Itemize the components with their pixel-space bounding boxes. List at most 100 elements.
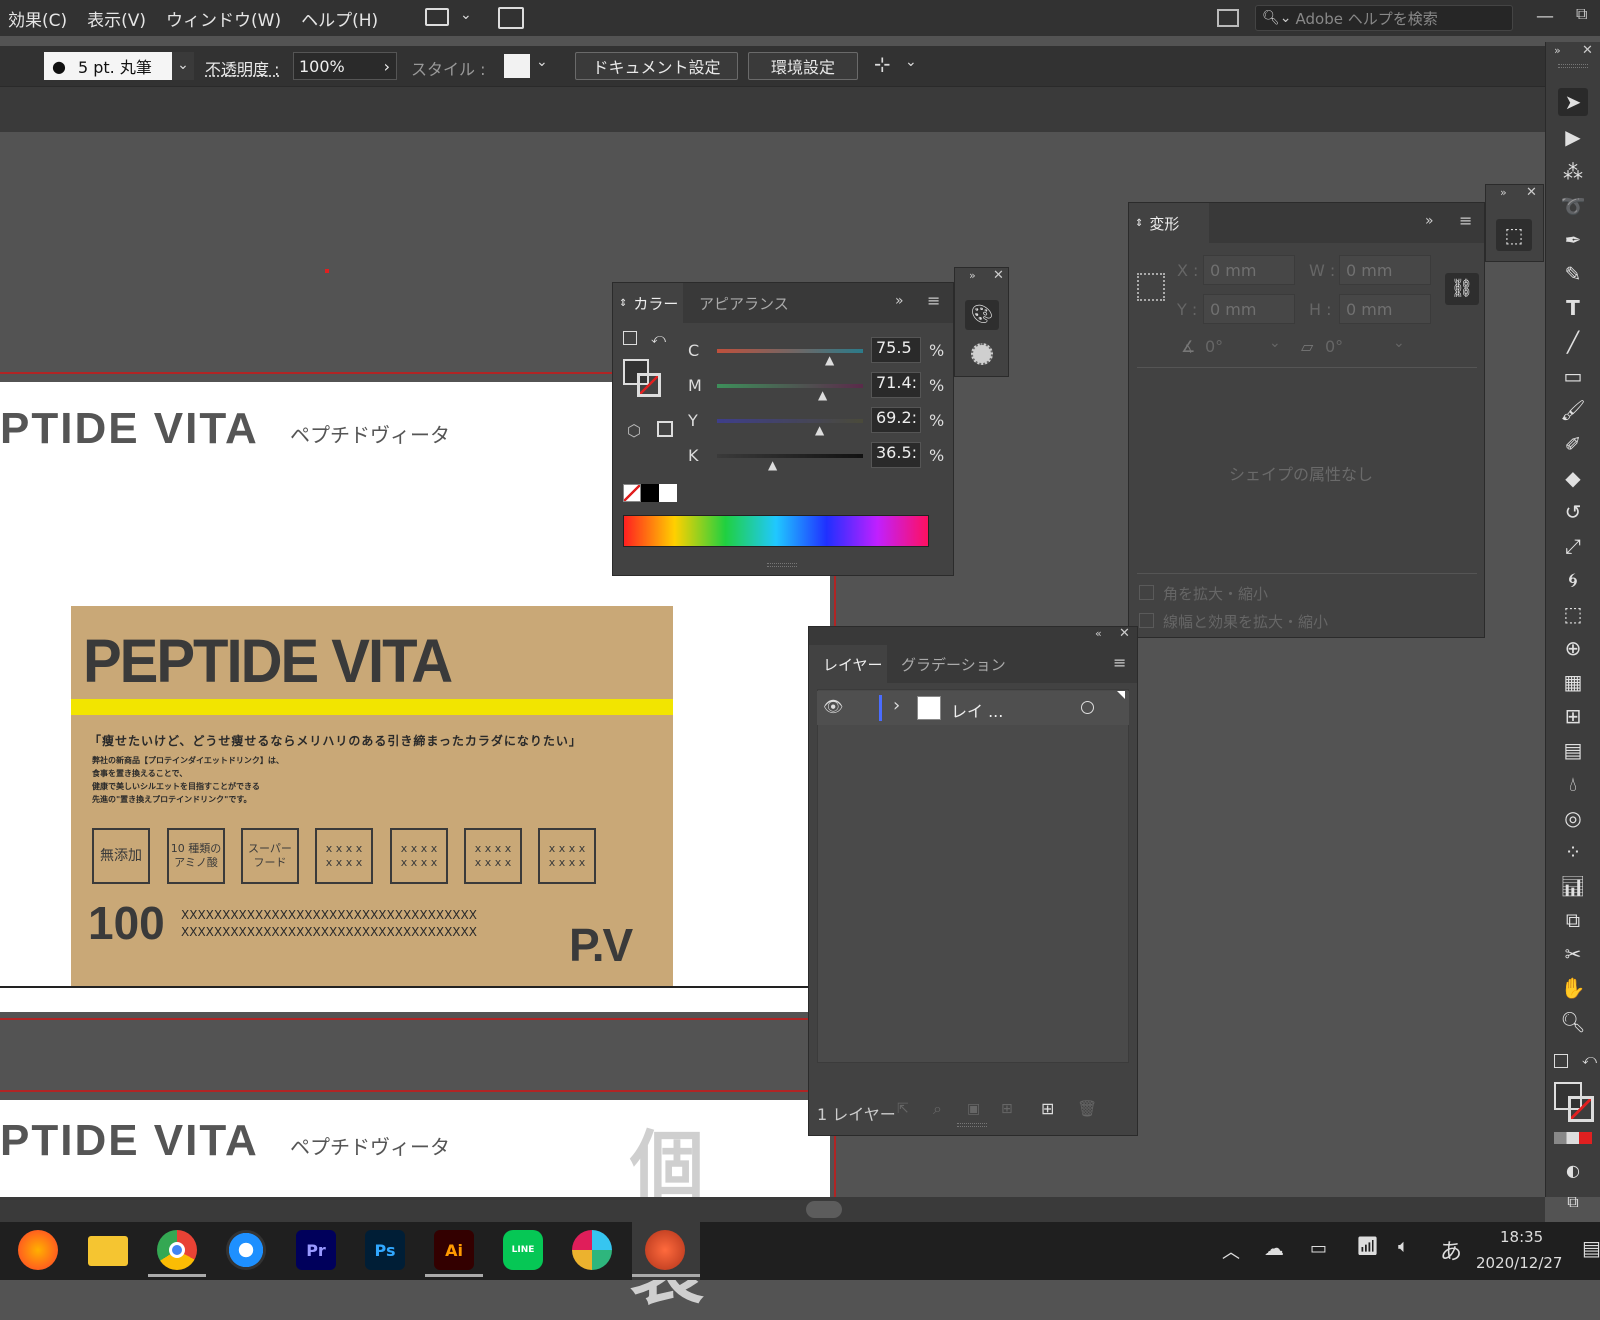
layer-name[interactable]: レイ ... <box>951 698 1003 722</box>
swap-arrow-icon[interactable]: ⤺ <box>651 331 666 347</box>
tab-color[interactable]: ⇕ カラー <box>613 283 683 323</box>
free-transform-icon[interactable]: ⬚ <box>1558 600 1588 628</box>
reference-point-icon[interactable] <box>1137 273 1165 301</box>
color-spectrum[interactable] <box>623 515 929 547</box>
expand-dock-icon[interactable]: » <box>1554 44 1561 57</box>
none-swatch[interactable] <box>623 484 641 502</box>
slice-tool-icon[interactable]: ✂ <box>1558 940 1588 968</box>
line-tool-icon[interactable]: ╱ <box>1558 328 1588 356</box>
close-icon[interactable]: ✕ <box>1582 43 1593 58</box>
workspace-switcher-icon[interactable] <box>425 8 449 26</box>
default-colors-icon[interactable] <box>1554 1054 1568 1068</box>
panel-menu-icon[interactable]: ≡ <box>1459 211 1472 230</box>
tab-gradient[interactable]: グラデーション <box>901 645 1006 683</box>
resize-grip[interactable] <box>957 1123 987 1127</box>
minimize-icon[interactable]: — <box>1536 6 1554 27</box>
close-icon[interactable]: ✕ <box>1119 626 1130 641</box>
shear-chevron-icon[interactable]: ⌄ <box>1393 335 1405 351</box>
m-slider-track[interactable] <box>717 384 863 388</box>
curvature-tool-icon[interactable]: ✎ <box>1558 260 1588 288</box>
arrange-documents-icon[interactable] <box>498 7 524 29</box>
color-mode-icons[interactable] <box>1554 1132 1592 1144</box>
locate-object-icon[interactable]: ⌕ <box>933 1099 942 1119</box>
eraser-icon[interactable]: ◆ <box>1558 464 1588 492</box>
menu-view[interactable]: 表示(V) <box>87 6 146 31</box>
menu-help[interactable]: ヘルプ(H) <box>301 6 378 31</box>
angle-select[interactable]: 0° <box>1205 337 1223 356</box>
restore-icon[interactable]: ⧉ <box>1576 4 1587 24</box>
k-slider-track[interactable] <box>717 454 863 458</box>
h-input[interactable]: 0 mm <box>1339 294 1431 324</box>
clock-time[interactable]: 18:35 <box>1500 1228 1543 1246</box>
expand-icon[interactable]: » <box>895 293 904 309</box>
w-input[interactable]: 0 mm <box>1339 255 1431 285</box>
scale-strokes-checkbox[interactable] <box>1139 613 1154 628</box>
shaper-tool-icon[interactable]: ✐ <box>1558 430 1588 458</box>
white-swatch[interactable] <box>659 484 677 502</box>
visibility-eye-icon[interactable]: 👁︎ <box>823 697 843 716</box>
warp-tool-icon[interactable]: 🌀︎ <box>1558 566 1588 594</box>
selection-tool-icon[interactable]: ➤ <box>1558 88 1588 116</box>
clipping-mask-icon[interactable]: ▣ <box>967 1101 980 1117</box>
pen-tool-icon[interactable]: ✒ <box>1558 226 1588 254</box>
swap-colors-icon[interactable] <box>623 331 637 345</box>
panel-menu-icon[interactable]: ≡ <box>1113 653 1126 672</box>
collapse-dock-icon[interactable]: « <box>1095 627 1102 640</box>
m-value-input[interactable]: 71.4: <box>871 372 921 398</box>
draw-mode-icon[interactable]: ◐ <box>1558 1156 1588 1184</box>
premiere-icon[interactable]: Pr <box>296 1230 336 1270</box>
target-circle-icon[interactable] <box>1081 701 1094 714</box>
c-value-input[interactable]: 75.5 <box>871 337 921 363</box>
gradient-tool-icon[interactable]: ▤ <box>1558 736 1588 764</box>
symbol-sprayer-icon[interactable]: ⁘ <box>1558 838 1588 866</box>
magic-wand-icon[interactable]: ⁂ <box>1558 158 1588 186</box>
transform-panel[interactable]: ⇕ 変形 » ≡ X : 0 mm W : 0 mm Y : 0 mm H : 0… <box>1128 202 1485 638</box>
m-slider-handle[interactable]: ▲ <box>818 388 827 402</box>
menu-effect[interactable]: 効果(C) <box>8 6 67 31</box>
align-chevron-icon[interactable]: ⌄ <box>905 54 917 70</box>
k-value-input[interactable]: 36.5: <box>871 442 921 468</box>
graph-tool-icon[interactable]: 📊︎ <box>1558 872 1588 900</box>
y-slider-handle[interactable]: ▲ <box>815 423 824 437</box>
illustrator-icon[interactable]: Ai <box>434 1230 474 1270</box>
appearance-icon[interactable] <box>971 343 993 365</box>
style-swatch[interactable] <box>504 54 530 78</box>
expand-icon[interactable]: » <box>1425 213 1434 229</box>
y-slider-track[interactable] <box>717 419 863 423</box>
y-value-input[interactable]: 69.2: <box>871 407 921 433</box>
artboard-tool-icon[interactable]: ⧉ <box>1558 906 1588 934</box>
line-icon[interactable]: LINE <box>503 1230 543 1270</box>
blend-tool-icon[interactable]: ◎ <box>1558 804 1588 832</box>
onedrive-icon[interactable]: ☁ <box>1264 1236 1284 1260</box>
notification-icon[interactable]: ▤ <box>1582 1236 1600 1260</box>
wifi-icon[interactable]: 📶︎ <box>1356 1236 1379 1257</box>
tab-appearance[interactable]: アピアランス <box>699 283 789 323</box>
scale-tool-icon[interactable]: ⤢ <box>1558 532 1588 560</box>
canvas-area[interactable]: PTIDE VITA ペプチドヴィータ PEPTIDE VITA 「痩せたいけど… <box>0 132 1545 1316</box>
rectangle-tool-icon[interactable]: ▭ <box>1558 362 1588 390</box>
c-slider-track[interactable] <box>717 349 863 353</box>
volume-icon[interactable]: 🔈︎ <box>1398 1236 1409 1257</box>
opacity-label[interactable]: 不透明度 : <box>205 56 279 80</box>
swap-arrow-icon[interactable]: ⤺ <box>1582 1052 1597 1068</box>
y-input[interactable]: 0 mm <box>1203 294 1295 324</box>
horizontal-scrollbar[interactable] <box>0 1197 1545 1222</box>
panel-toggle-icon[interactable] <box>1217 9 1239 27</box>
hand-tool-icon[interactable]: ✋ <box>1558 974 1588 1002</box>
photoshop-icon[interactable]: Ps <box>365 1230 405 1270</box>
type-tool-icon[interactable]: T <box>1558 294 1588 322</box>
help-search-box[interactable]: 🔍︎⌄ Adobe ヘルプを検索 <box>1255 5 1513 31</box>
direct-selection-tool-icon[interactable]: ▶ <box>1558 123 1588 151</box>
collect-export-icon[interactable]: ⇱ <box>897 1101 909 1117</box>
perspective-grid-icon[interactable]: ▦ <box>1558 668 1588 696</box>
k-slider-handle[interactable]: ▲ <box>768 458 777 472</box>
document-settings-button[interactable]: ドキュメント設定 <box>575 52 738 80</box>
web-color-icon[interactable] <box>657 421 673 437</box>
eyedropper-icon[interactable]: 💧︎ <box>1558 770 1588 798</box>
new-sublayer-icon[interactable]: ⊞ <box>1001 1101 1013 1117</box>
camera-icon[interactable] <box>226 1230 266 1270</box>
screen-mode-icon[interactable]: ⧉ <box>1558 1188 1588 1216</box>
scale-corners-checkbox[interactable] <box>1139 585 1154 600</box>
transform-icon[interactable]: ⬚ <box>1496 219 1532 251</box>
expand-dock-icon[interactable]: » <box>969 269 976 282</box>
